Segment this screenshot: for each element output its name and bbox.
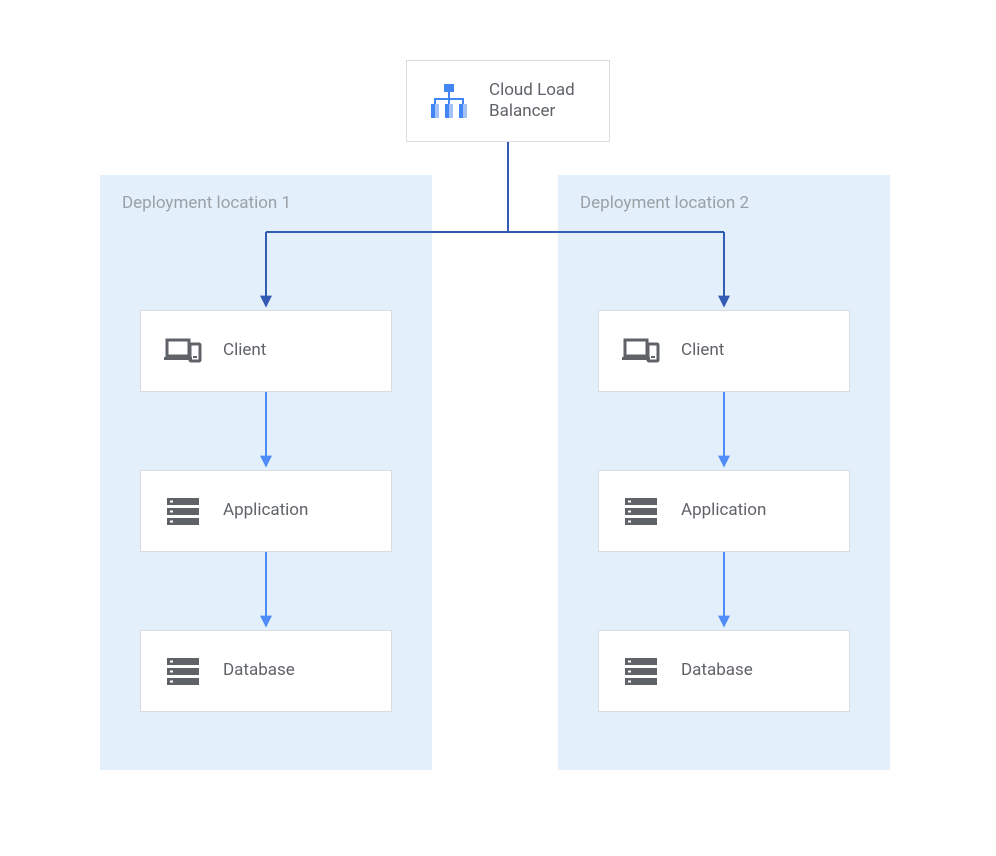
client-label-left: Client [223,340,266,361]
application-label-left: Application [223,500,308,521]
server-icon [163,651,203,691]
region-left-title: Deployment location 1 [122,193,410,213]
application-label-right: Application [681,500,766,521]
load-balancer-box: Cloud Load Balancer [406,60,610,142]
server-icon [621,651,661,691]
devices-icon [163,331,203,371]
load-balancer-label: Cloud Load Balancer [489,80,575,123]
application-box-left: Application [140,470,392,552]
region-right-title: Deployment location 2 [580,193,868,213]
client-box-left: Client [140,310,392,392]
application-box-right: Application [598,470,850,552]
server-icon [621,491,661,531]
database-label-right: Database [681,660,753,681]
server-icon [163,491,203,531]
database-label-left: Database [223,660,295,681]
client-box-right: Client [598,310,850,392]
database-box-right: Database [598,630,850,712]
database-box-left: Database [140,630,392,712]
client-label-right: Client [681,340,724,361]
load-balancer-icon [429,81,469,121]
devices-icon [621,331,661,371]
